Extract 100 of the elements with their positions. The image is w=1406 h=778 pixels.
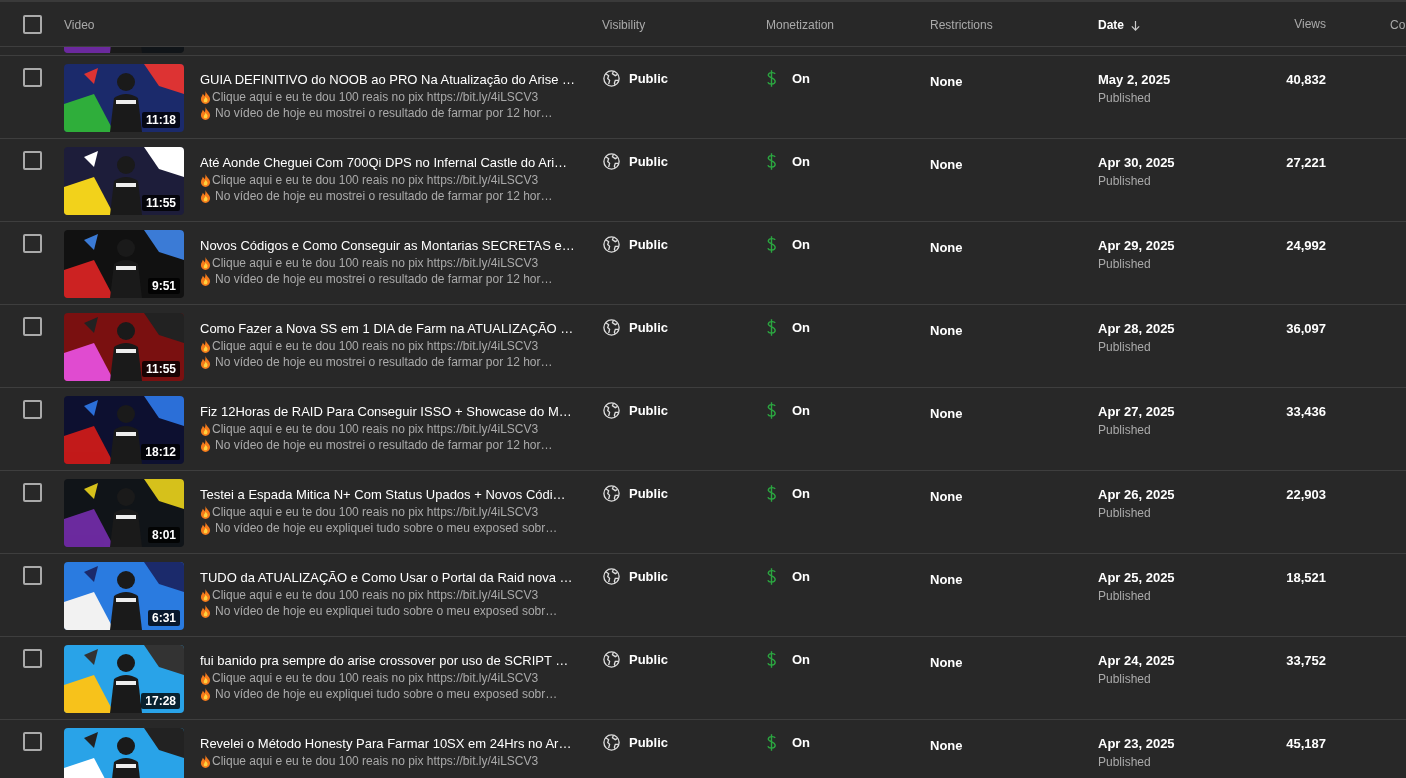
status-text: Published	[1098, 672, 1152, 686]
video-title: Como Fazer a Nova SS em 1 DIA de Farm na ATUALIZAÇÃO …	[200, 320, 574, 338]
duration-label: 6:31	[147, 610, 180, 626]
date-text: Apr 23, 2025	[1098, 736, 1176, 751]
duration-label: 8:01	[147, 527, 180, 543]
dollar-icon	[766, 484, 777, 503]
description-text: No vídeo de hoje eu expliquei tudo sobre o meu exposed sobr…	[215, 603, 558, 619]
globe-icon	[602, 318, 621, 337]
sort-arrow-icon	[1130, 19, 1141, 31]
checkbox[interactable]	[23, 317, 42, 336]
visibility-text: Public	[629, 154, 668, 169]
restrictions-text: None	[930, 240, 963, 255]
restrictions-text: None	[930, 74, 963, 89]
views-count: 36,097	[1286, 321, 1326, 336]
flame-icon	[200, 671, 211, 685]
column-header[interactable]: Date	[1098, 18, 1141, 32]
checkbox[interactable]	[23, 566, 42, 585]
column-header[interactable]: Monetization	[766, 18, 835, 32]
flame-icon	[200, 505, 211, 519]
flame-icon	[200, 106, 211, 120]
checkbox[interactable]	[23, 151, 42, 170]
checkbox[interactable]	[23, 649, 42, 668]
date-text: Apr 30, 2025	[1098, 155, 1176, 170]
dollar-icon	[766, 69, 777, 88]
duration-label: 11:55	[141, 361, 180, 377]
flame-icon	[200, 272, 211, 286]
restrictions-text: None	[930, 489, 963, 504]
description-text: No vídeo de hoje eu expliquei tudo sobre o meu exposed sobr…	[215, 686, 558, 702]
restrictions-text: None	[930, 738, 963, 753]
dollar-icon	[766, 567, 777, 586]
monetization-text: On	[792, 237, 811, 252]
description-text: No vídeo de hoje eu mostrei o resultado de farmar por 12 hor…	[215, 188, 553, 204]
date-text: May 2, 2025	[1098, 72, 1172, 87]
flame-icon	[200, 355, 211, 369]
column-header[interactable]: Video	[64, 18, 95, 32]
description-text: No vídeo de hoje eu expliquei tudo sobre o meu exposed sobr…	[215, 520, 558, 536]
video-title: Fiz 12Horas de RAID Para Conseguir ISSO + Showcase do M…	[200, 403, 572, 421]
visibility-text: Public	[629, 652, 668, 667]
video-title: GUIA DEFINITIVO do NOOB ao PRO Na Atualização do Arise …	[200, 71, 575, 89]
checkbox[interactable]	[23, 68, 42, 87]
dollar-icon	[766, 733, 777, 752]
views-count: 40,832	[1286, 72, 1326, 87]
flame-icon	[200, 422, 211, 436]
checkbox[interactable]	[23, 483, 42, 502]
globe-icon	[602, 152, 621, 171]
flame-icon	[200, 90, 211, 104]
flame-icon	[200, 256, 211, 270]
video-title: fui banido pra sempre do arise crossover por uso de SCRIPT …	[200, 652, 569, 670]
column-header[interactable]: Views	[1294, 17, 1326, 31]
date-text: Apr 28, 2025	[1098, 321, 1176, 336]
views-count: 22,903	[1286, 487, 1326, 502]
duration-label: 18:12	[141, 444, 180, 460]
status-text: Published	[1098, 174, 1152, 188]
checkbox[interactable]	[23, 732, 42, 751]
date-text: Apr 27, 2025	[1098, 404, 1176, 419]
views-count: 33,752	[1286, 653, 1326, 668]
dollar-icon	[766, 401, 777, 420]
views-count: 27,221	[1286, 155, 1326, 170]
description-text: No vídeo de hoje eu mostrei o resultado de farmar por 12 hor…	[215, 437, 553, 453]
monetization-text: On	[792, 486, 811, 501]
duration-label: 17:28	[141, 693, 180, 709]
column-header[interactable]: Co	[1390, 18, 1406, 32]
checkbox[interactable]	[23, 14, 42, 34]
monetization-text: On	[792, 154, 811, 169]
globe-icon	[602, 484, 621, 503]
flame-icon	[200, 521, 211, 535]
globe-icon	[602, 733, 621, 752]
globe-icon	[602, 401, 621, 420]
column-header[interactable]: Visibility	[602, 18, 646, 32]
checkbox[interactable]	[23, 234, 42, 253]
flame-icon	[200, 754, 211, 768]
monetization-text: On	[792, 71, 811, 86]
views-count: 45,187	[1286, 736, 1326, 751]
description-text: Clique aqui e eu te dou 100 reais no pix https://bit.ly/4iLSCV3	[212, 504, 539, 520]
flame-icon	[200, 588, 211, 602]
video-title: Testei a Espada Mitica N+ Com Status Upados + Novos Códi…	[200, 486, 566, 504]
views-count: 24,992	[1286, 238, 1326, 253]
restrictions-text: None	[930, 406, 963, 421]
description-text: Clique aqui e eu te dou 100 reais no pix https://bit.ly/4iLSCV3	[212, 255, 539, 271]
video-title: TUDO da ATUALIZAÇÃO e Como Usar o Portal da Raid nova …	[200, 569, 573, 587]
description-text: No vídeo de hoje eu mostrei o resultado de farmar por 12 hor…	[215, 105, 553, 121]
flame-icon	[200, 604, 211, 618]
video-title: Revelei o Método Honesty Para Farmar 10SX em 24Hrs no Ar…	[200, 735, 572, 753]
video-title: Até Aonde Cheguei Com 700Qi DPS no Infernal Castle do Ari…	[200, 154, 568, 172]
restrictions-text: None	[930, 572, 963, 587]
monetization-text: On	[792, 735, 811, 750]
visibility-text: Public	[629, 403, 668, 418]
status-text: Published	[1098, 91, 1152, 105]
description-text: No vídeo de hoje eu mostrei o resultado de farmar por 12 hor…	[215, 354, 553, 370]
monetization-text: On	[792, 569, 811, 584]
visibility-text: Public	[629, 735, 668, 750]
monetization-text: On	[792, 652, 811, 667]
date-text: Apr 25, 2025	[1098, 570, 1176, 585]
flame-icon	[200, 438, 211, 452]
column-header[interactable]: Restrictions	[930, 18, 993, 32]
dollar-icon	[766, 650, 777, 669]
description-text: Clique aqui e eu te dou 100 reais no pix https://bit.ly/4iLSCV3	[212, 587, 539, 603]
visibility-text: Public	[629, 71, 668, 86]
dollar-icon	[766, 318, 777, 337]
checkbox[interactable]	[23, 400, 42, 419]
